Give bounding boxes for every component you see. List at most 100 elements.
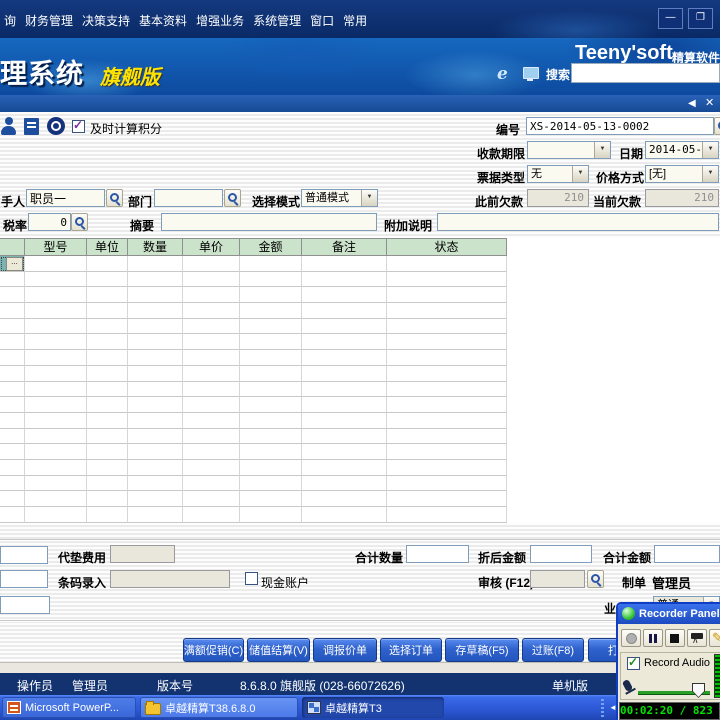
table-row[interactable] bbox=[0, 318, 507, 335]
table-row[interactable] bbox=[0, 381, 507, 398]
maximize-button[interactable]: ❐ bbox=[688, 8, 713, 29]
discounted-amount-input[interactable] bbox=[530, 545, 592, 563]
table-row[interactable] bbox=[0, 491, 507, 507]
column-header[interactable] bbox=[0, 239, 25, 256]
menu-item-1[interactable]: 询 bbox=[4, 12, 16, 29]
table-cell[interactable] bbox=[302, 428, 387, 445]
table-cell[interactable] bbox=[87, 412, 128, 429]
table-row[interactable] bbox=[0, 350, 507, 366]
dropdown-arrow-icon[interactable] bbox=[361, 190, 377, 206]
tax-rate-search-icon[interactable] bbox=[71, 213, 88, 231]
table-cell[interactable] bbox=[87, 397, 128, 413]
table-cell[interactable] bbox=[302, 334, 387, 351]
table-cell[interactable] bbox=[240, 271, 302, 288]
table-cell[interactable] bbox=[87, 428, 128, 445]
column-header[interactable]: 金额 bbox=[240, 239, 302, 256]
table-cell[interactable] bbox=[25, 256, 87, 272]
table-row[interactable] bbox=[0, 412, 507, 429]
table-cell[interactable] bbox=[387, 428, 507, 445]
table-cell[interactable] bbox=[128, 350, 183, 366]
table-cell[interactable] bbox=[240, 365, 302, 382]
table-cell[interactable] bbox=[240, 397, 302, 413]
record-audio-checkbox[interactable] bbox=[627, 655, 640, 670]
table-cell[interactable] bbox=[87, 318, 128, 335]
table-cell[interactable] bbox=[302, 444, 387, 460]
table-row[interactable] bbox=[0, 303, 507, 319]
table-cell[interactable] bbox=[387, 303, 507, 319]
table-cell[interactable] bbox=[183, 256, 240, 272]
table-cell[interactable] bbox=[25, 444, 87, 460]
table-cell[interactable] bbox=[240, 444, 302, 460]
table-row[interactable] bbox=[0, 287, 507, 304]
table-cell[interactable] bbox=[387, 256, 507, 272]
dropdown-arrow-icon[interactable] bbox=[702, 166, 718, 182]
table-row[interactable] bbox=[0, 365, 507, 382]
table-row[interactable] bbox=[0, 475, 507, 492]
action-button-1[interactable]: 满额促销(C) bbox=[183, 638, 244, 662]
table-cell[interactable] bbox=[128, 459, 183, 476]
table-cell[interactable] bbox=[25, 491, 87, 507]
dropdown-arrow-icon[interactable] bbox=[572, 166, 588, 182]
table-cell[interactable] bbox=[387, 350, 507, 366]
table-cell[interactable] bbox=[302, 303, 387, 319]
table-cell[interactable] bbox=[183, 287, 240, 304]
table-cell[interactable] bbox=[87, 334, 128, 351]
table-cell[interactable] bbox=[302, 256, 387, 272]
table-cell[interactable] bbox=[25, 397, 87, 413]
table-cell[interactable] bbox=[128, 287, 183, 304]
table-cell[interactable] bbox=[25, 303, 87, 319]
table-cell[interactable] bbox=[240, 287, 302, 304]
table-row[interactable] bbox=[0, 444, 507, 460]
table-cell[interactable] bbox=[0, 318, 25, 335]
table-cell[interactable] bbox=[25, 381, 87, 398]
table-cell[interactable] bbox=[302, 271, 387, 288]
table-cell[interactable] bbox=[87, 381, 128, 398]
table-cell[interactable] bbox=[25, 287, 87, 304]
table-cell[interactable] bbox=[25, 365, 87, 382]
table-cell[interactable] bbox=[183, 271, 240, 288]
taskbar-button-2[interactable]: 卓越精算T38.6.8.0 bbox=[140, 697, 298, 718]
table-cell[interactable] bbox=[128, 412, 183, 429]
taskbar-button-1[interactable]: Microsoft PowerP... bbox=[2, 697, 136, 718]
table-cell[interactable] bbox=[183, 459, 240, 476]
table-row[interactable] bbox=[0, 507, 507, 523]
document-icon[interactable] bbox=[24, 118, 39, 135]
table-cell[interactable] bbox=[387, 287, 507, 304]
record-button[interactable] bbox=[621, 629, 641, 647]
table-cell[interactable] bbox=[87, 287, 128, 304]
capture-button[interactable] bbox=[687, 629, 707, 647]
table-cell[interactable] bbox=[128, 507, 183, 523]
tax-rate-input[interactable] bbox=[28, 213, 71, 231]
table-cell[interactable] bbox=[302, 365, 387, 382]
table-cell[interactable] bbox=[387, 397, 507, 413]
table-cell[interactable] bbox=[302, 475, 387, 492]
table-cell[interactable] bbox=[128, 491, 183, 507]
bill-type-select[interactable]: 无 bbox=[527, 165, 589, 183]
table-cell[interactable] bbox=[240, 491, 302, 507]
table-cell[interactable] bbox=[387, 491, 507, 507]
table-cell[interactable] bbox=[87, 459, 128, 476]
table-cell[interactable] bbox=[0, 271, 25, 288]
table-cell[interactable] bbox=[128, 381, 183, 398]
total-amount-input[interactable] bbox=[654, 545, 720, 563]
table-cell[interactable] bbox=[0, 475, 25, 492]
table-cell[interactable] bbox=[25, 459, 87, 476]
table-cell[interactable] bbox=[240, 318, 302, 335]
table-cell[interactable] bbox=[240, 475, 302, 492]
summary-input[interactable] bbox=[161, 213, 377, 231]
table-cell[interactable] bbox=[240, 412, 302, 429]
stop-button[interactable] bbox=[665, 629, 685, 647]
table-cell[interactable] bbox=[0, 381, 25, 398]
mdi-close-icon[interactable]: ✕ bbox=[705, 97, 714, 110]
table-cell[interactable] bbox=[0, 287, 25, 304]
menu-item-5[interactable]: 增强业务 bbox=[196, 12, 244, 29]
table-cell[interactable] bbox=[302, 318, 387, 335]
table-cell[interactable] bbox=[240, 350, 302, 366]
table-cell[interactable] bbox=[25, 318, 87, 335]
table-cell[interactable] bbox=[387, 459, 507, 476]
table-cell[interactable] bbox=[183, 507, 240, 523]
table-cell[interactable] bbox=[387, 334, 507, 351]
table-cell[interactable] bbox=[0, 412, 25, 429]
table-cell[interactable] bbox=[87, 303, 128, 319]
menu-item-4[interactable]: 基本资料 bbox=[139, 12, 187, 29]
